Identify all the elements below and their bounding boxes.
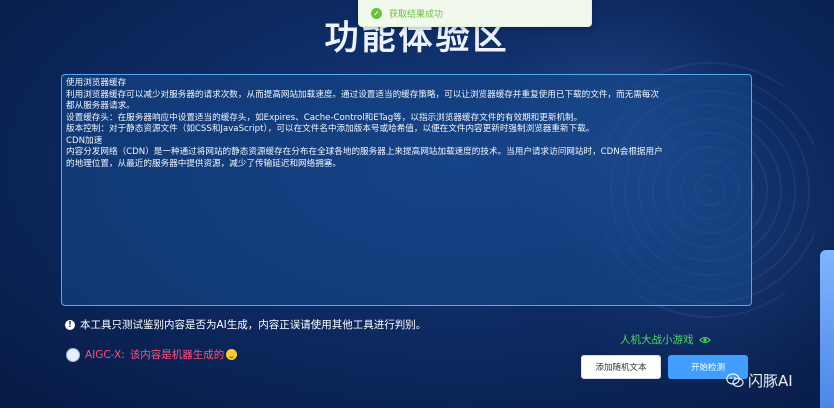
success-toast: ✓ 获取结果成功 [358,0,592,27]
side-float-tab[interactable] [820,250,834,408]
watermark-text: 闪豚AI [748,372,793,390]
toast-message: 获取结果成功 [389,9,444,20]
editor-line: 使用浏览器缓存 [66,78,127,88]
add-random-text-button[interactable]: 添加随机文本 [581,355,661,379]
detection-result: AIGC-X: 该内容是机器生成的 [66,347,238,362]
eye-icon [698,336,711,343]
info-circle-icon: ! [65,319,75,330]
mini-game-label: 人机大战小游戏 [620,334,694,346]
editor-line: CDN加速 [66,135,103,146]
result-prefix: AIGC-X: [85,348,125,361]
check-circle-icon: ✓ [371,7,382,19]
text-input-area[interactable]: 使用浏览器缓存 利用浏览器缓存可以减少对服务器的请求次数，从而提高网站加载速度。… [61,74,752,306]
editor-line: 版本控制：对于静态资源文件（如CSS和JavaScript），可以在文件名中添加… [66,124,595,134]
disclaimer: ! 本工具只测试鉴别内容是否为AI生成，内容正误请使用其他工具进行判别。 [65,317,426,332]
aigc-logo-icon [66,347,80,362]
editor-line: 设置缓存头：在服务器响应中设置适当的缓存头，如Expires、Cache-Con… [66,112,583,123]
disclaimer-text: 本工具只测试鉴别内容是否为AI生成，内容正误请使用其他工具进行判别。 [80,319,427,331]
editor-line: 内容分发网络（CDN）是一种通过将网站的静态资源缓存在分布在全球各地的服务器上来… [66,147,663,157]
editor-line: 都从服务器请求。 [66,101,135,111]
mini-game-link[interactable]: 人机大战小游戏 [620,332,711,347]
wechat-icon [726,373,744,388]
editor-line: 利用浏览器缓存可以减少对服务器的请求次数，从而提高网站加载速度。通过设置适当的缓… [66,89,659,100]
result-text: 该内容是机器生成的 [129,349,225,361]
smile-icon [226,349,238,360]
editor-line: 的地理位置，从最近的服务器中提供资源，减少了传输延迟和网络拥塞。 [66,158,342,169]
watermark: 闪豚AI [726,370,793,391]
